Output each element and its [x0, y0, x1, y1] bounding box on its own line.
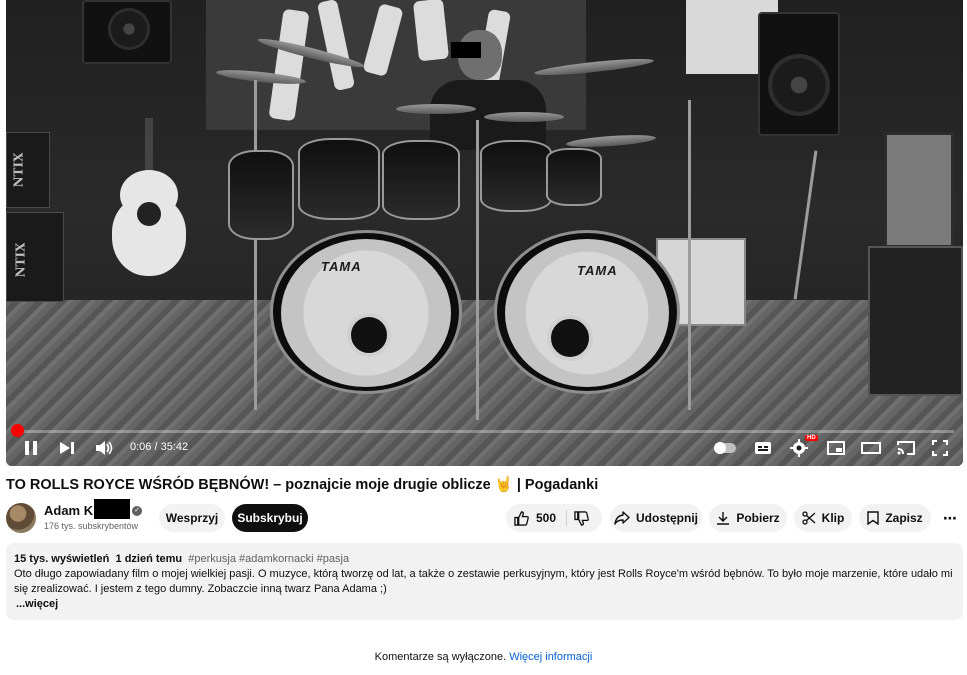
support-button[interactable]: Wesprzyj [159, 504, 225, 532]
bass-drum-right: TAMA [494, 230, 680, 394]
autoplay-toggle[interactable] [714, 442, 736, 454]
hd-badge: HD [805, 435, 818, 441]
cymbal [484, 112, 564, 122]
pause-icon [24, 440, 38, 456]
fullscreen-icon [932, 440, 948, 456]
download-label: Pobierz [736, 511, 780, 525]
channel-avatar[interactable] [6, 503, 36, 533]
support-label: Wesprzyj [165, 511, 219, 525]
upload-date: 1 dzień temu [115, 553, 183, 565]
cymbal [396, 104, 476, 114]
bass-drum-left: TAMA [270, 230, 462, 394]
more-actions-button[interactable]: ⋯ [937, 504, 963, 532]
pause-button[interactable] [20, 436, 42, 460]
show-more-button[interactable]: ...więcej [14, 597, 58, 612]
fullscreen-button[interactable] [928, 436, 952, 460]
clip-button[interactable]: Klip [794, 504, 852, 532]
view-count: 15 tys. wyświetleń [14, 553, 110, 565]
time-total: 35:42 [160, 441, 189, 453]
video-player[interactable]: NTIX NTIX TAMA TAMA 0:06 / 35:42 HD [6, 0, 963, 466]
time-display: 0:06 / 35:42 [130, 441, 188, 453]
comments-disabled-text: Komentarze są wyłączone. [374, 651, 507, 663]
guitar-soundhole [137, 202, 161, 226]
thumbs-up-icon [514, 510, 529, 526]
share-label: Udostępnij [636, 511, 698, 525]
cast-button[interactable] [894, 436, 918, 460]
amp-head [884, 132, 954, 248]
channel-row: Adam K ✓ 176 tys. subskrybentów Wesprzyj… [6, 499, 963, 538]
save-button[interactable]: Zapisz [859, 504, 931, 532]
share-button[interactable]: Udostępnij [610, 504, 702, 532]
download-icon [716, 511, 730, 525]
verified-icon: ✓ [132, 506, 142, 516]
tom-drum [382, 140, 460, 220]
channel-name[interactable]: Adam K [44, 503, 93, 518]
time-separator: / [154, 441, 158, 453]
more-info-link[interactable]: Więcej informacji [509, 651, 592, 663]
clip-label: Klip [821, 511, 845, 525]
gear-icon [790, 439, 808, 457]
subscriber-count: 176 tys. subskrybentów [44, 521, 139, 531]
volume-icon [95, 440, 113, 456]
like-dislike-group: 500 [506, 504, 602, 532]
captions-button[interactable] [752, 436, 774, 460]
tom-drum [546, 148, 602, 206]
hashtags[interactable]: #perkusja #adamkornacki #pasja [188, 553, 349, 565]
subscribe-label: Subskrybuj [237, 511, 303, 525]
cast-icon [897, 441, 915, 455]
drum-logo: TAMA [577, 263, 618, 278]
cymbal-stand [688, 100, 691, 410]
miniplayer-button[interactable] [824, 436, 848, 460]
captions-icon [754, 441, 772, 455]
wall-speaker-left [82, 0, 172, 64]
tom-drum [298, 138, 380, 220]
save-label: Zapisz [885, 511, 923, 525]
description-meta: 15 tys. wyświetleń 1 dzień temu #perkusj… [14, 552, 955, 567]
thumbs-down-icon [574, 510, 589, 526]
amp-cabinet [868, 246, 963, 396]
comments-disabled-notice: Komentarze są wyłączone. Więcej informac… [0, 651, 967, 663]
next-button[interactable] [56, 436, 78, 460]
theater-icon [861, 442, 881, 454]
like-count: 500 [536, 511, 557, 525]
description-box[interactable]: 15 tys. wyświetleń 1 dzień temu #perkusj… [6, 543, 963, 620]
cymbal-stand [476, 120, 479, 420]
drummer [430, 28, 546, 150]
bookmark-icon [867, 511, 880, 525]
floor-tom [228, 150, 294, 240]
dislike-button[interactable] [574, 504, 589, 532]
miniplayer-icon [827, 441, 845, 455]
progress-bar[interactable] [18, 430, 954, 433]
road-case-bottom: NTIX [6, 212, 64, 302]
time-current: 0:06 [130, 441, 152, 453]
face-censor-bar [451, 42, 481, 58]
next-icon [59, 441, 75, 455]
like-divider [566, 510, 567, 526]
autoplay-toggle-knob [714, 442, 726, 454]
more-icon: ⋯ [943, 509, 957, 526]
cymbal-stand [254, 80, 257, 410]
road-case-top: NTIX [6, 132, 50, 208]
description-text: Oto długo zapowiadany film o mojej wielk… [14, 568, 953, 595]
subscribe-button[interactable]: Subskrybuj [232, 504, 308, 532]
name-censor-bar [94, 499, 130, 519]
player-controls: 0:06 / 35:42 HD [6, 435, 963, 462]
share-icon [614, 511, 630, 525]
drum-logo: TAMA [321, 259, 362, 274]
video-frame: NTIX NTIX TAMA TAMA [6, 0, 963, 466]
download-button[interactable]: Pobierz [709, 504, 787, 532]
wall-speaker-right [758, 12, 840, 136]
video-title: TO ROLLS ROYCE WŚRÓD BĘBNÓW! – poznajcie… [6, 477, 599, 493]
theater-button[interactable] [858, 436, 884, 460]
like-button[interactable]: 500 [514, 504, 556, 532]
tom-drum [480, 140, 552, 212]
volume-button[interactable] [92, 436, 116, 460]
scissors-icon [802, 511, 816, 525]
